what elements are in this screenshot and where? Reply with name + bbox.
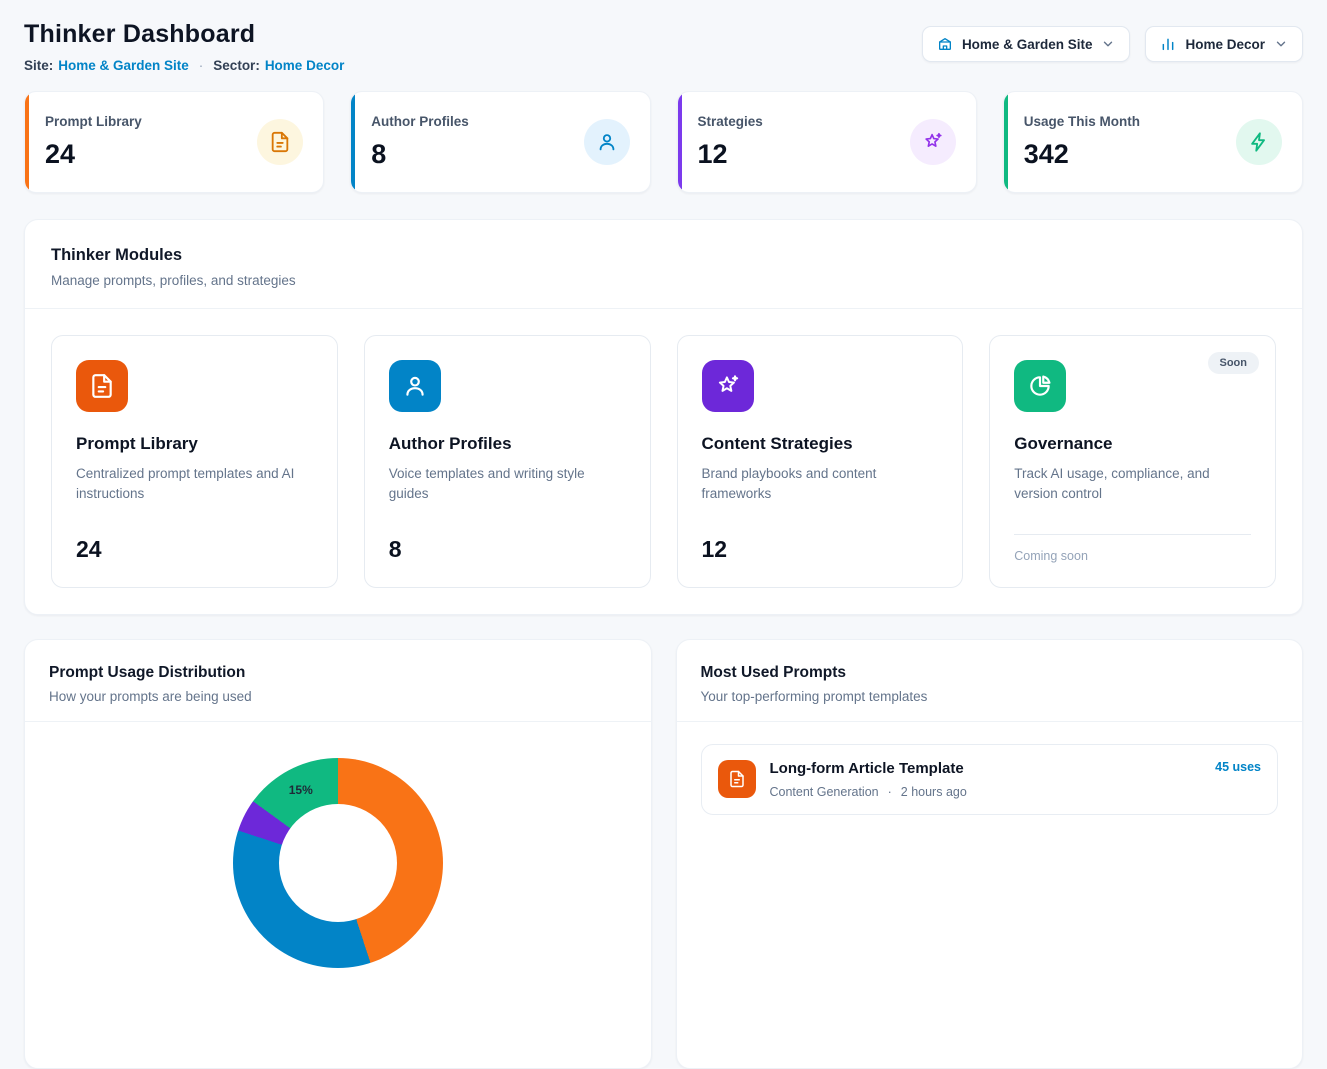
prompt-text: Long-form Article Template Content Gener… [770, 760, 967, 799]
stat-label: Usage This Month [1024, 114, 1140, 129]
module-count: 8 [389, 536, 626, 563]
card-header: Prompt Usage Distribution How your promp… [25, 640, 651, 721]
module-title: Content Strategies [702, 434, 939, 454]
sector-label: Sector: [213, 58, 260, 73]
person-icon [584, 119, 630, 165]
chevron-down-icon [1274, 37, 1288, 51]
stat-card-usage: Usage This Month 342 [1003, 91, 1303, 193]
card-subtitle: How your prompts are being used [49, 689, 627, 704]
sparkle-icon [910, 119, 956, 165]
bolt-glyph [1248, 131, 1270, 153]
prompt-usage-card: Prompt Usage Distribution How your promp… [24, 639, 652, 1069]
site-dropdown-label: Home & Garden Site [962, 37, 1093, 52]
document-icon [718, 760, 756, 798]
meta-separator: · [199, 58, 204, 73]
prompt-time: 2 hours ago [901, 785, 967, 799]
header-controls: Home & Garden Site Home Decor [922, 26, 1303, 62]
module-card-author-profiles[interactable]: Author Profiles Voice templates and writ… [364, 335, 651, 588]
modules-grid: Prompt Library Centralized prompt templa… [25, 309, 1302, 614]
sparkle-icon [702, 360, 754, 412]
stat-info: Strategies 12 [698, 114, 763, 170]
bolt-icon [1236, 119, 1282, 165]
stat-info: Usage This Month 342 [1024, 114, 1140, 170]
building-icon [937, 36, 953, 52]
module-title: Author Profiles [389, 434, 626, 454]
site-link[interactable]: Home & Garden Site [58, 58, 189, 73]
module-card-governance[interactable]: Soon Governance Track AI usage, complian… [989, 335, 1276, 588]
module-count: 12 [702, 536, 939, 563]
list-item[interactable]: Long-form Article Template Content Gener… [701, 744, 1279, 815]
card-header: Most Used Prompts Your top-performing pr… [677, 640, 1303, 721]
accent-bar [1004, 92, 1008, 192]
person-glyph [596, 131, 618, 153]
stats-row: Prompt Library 24 Author Profiles 8 [24, 91, 1303, 193]
donut-hole [279, 804, 397, 922]
module-count: 24 [76, 536, 313, 563]
chart-area: 15% [25, 722, 651, 1052]
stat-card-strategies: Strategies 12 [677, 91, 977, 193]
dashboard-page: Thinker Dashboard Site: Home & Garden Si… [0, 0, 1327, 1069]
module-card-content-strategies[interactable]: Content Strategies Brand playbooks and c… [677, 335, 964, 588]
prompt-title: Long-form Article Template [770, 760, 967, 777]
stat-card-author-profiles: Author Profiles 8 [350, 91, 650, 193]
sparkle-glyph [922, 131, 944, 153]
uses-badge: 45 uses [1215, 760, 1261, 774]
sector-link[interactable]: Home Decor [265, 58, 345, 73]
bar-chart-icon [1160, 36, 1176, 52]
prompt-list: Long-form Article Template Content Gener… [677, 722, 1303, 837]
card-subtitle: Your top-performing prompt templates [701, 689, 1279, 704]
person-icon [389, 360, 441, 412]
document-glyph [269, 131, 291, 153]
sector-dropdown-label: Home Decor [1185, 37, 1265, 52]
stat-value: 12 [698, 139, 763, 170]
document-icon [76, 360, 128, 412]
prompt-category: Content Generation [770, 785, 879, 799]
stat-info: Prompt Library 24 [45, 114, 142, 170]
panel-header: Thinker Modules Manage prompts, profiles… [25, 220, 1302, 308]
stat-label: Strategies [698, 114, 763, 129]
module-description: Centralized prompt templates and AI inst… [76, 464, 313, 505]
donut-chart: 15% [233, 758, 443, 968]
most-used-prompts-card: Most Used Prompts Your top-performing pr… [676, 639, 1304, 1069]
page-title: Thinker Dashboard [24, 20, 344, 49]
stat-value: 8 [371, 139, 469, 170]
module-description: Track AI usage, compliance, and version … [1014, 464, 1251, 505]
module-title: Governance [1014, 434, 1251, 454]
card-title: Prompt Usage Distribution [49, 664, 627, 682]
donut-segment-label: 15% [289, 783, 313, 797]
stat-value: 24 [45, 139, 142, 170]
meta-separator: · [888, 785, 892, 799]
document-icon [257, 119, 303, 165]
top-bar: Thinker Dashboard Site: Home & Garden Si… [24, 20, 1303, 73]
sector-dropdown[interactable]: Home Decor [1145, 26, 1303, 62]
accent-bar [678, 92, 682, 192]
prompt-meta: Content Generation · 2 hours ago [770, 785, 967, 799]
site-sector-meta: Site: Home & Garden Site · Sector: Home … [24, 58, 344, 73]
panel-title: Thinker Modules [51, 246, 1276, 265]
pie-chart-icon [1014, 360, 1066, 412]
stat-label: Prompt Library [45, 114, 142, 129]
module-description: Voice templates and writing style guides [389, 464, 626, 505]
stat-value: 342 [1024, 139, 1140, 170]
site-dropdown[interactable]: Home & Garden Site [922, 26, 1131, 62]
bottom-row: Prompt Usage Distribution How your promp… [24, 639, 1303, 1069]
module-title: Prompt Library [76, 434, 313, 454]
site-label: Site: [24, 58, 53, 73]
header-left: Thinker Dashboard Site: Home & Garden Si… [24, 20, 344, 73]
stat-label: Author Profiles [371, 114, 469, 129]
accent-bar [351, 92, 355, 192]
module-card-prompt-library[interactable]: Prompt Library Centralized prompt templa… [51, 335, 338, 588]
module-description: Brand playbooks and content frameworks [702, 464, 939, 505]
thinker-modules-panel: Thinker Modules Manage prompts, profiles… [24, 219, 1303, 615]
card-title: Most Used Prompts [701, 664, 1279, 682]
panel-subtitle: Manage prompts, profiles, and strategies [51, 273, 1276, 288]
stat-card-prompt-library: Prompt Library 24 [24, 91, 324, 193]
chevron-down-icon [1101, 37, 1115, 51]
accent-bar [25, 92, 29, 192]
coming-soon-label: Coming soon [1014, 534, 1251, 563]
stat-info: Author Profiles 8 [371, 114, 469, 170]
soon-badge: Soon [1208, 352, 1260, 374]
